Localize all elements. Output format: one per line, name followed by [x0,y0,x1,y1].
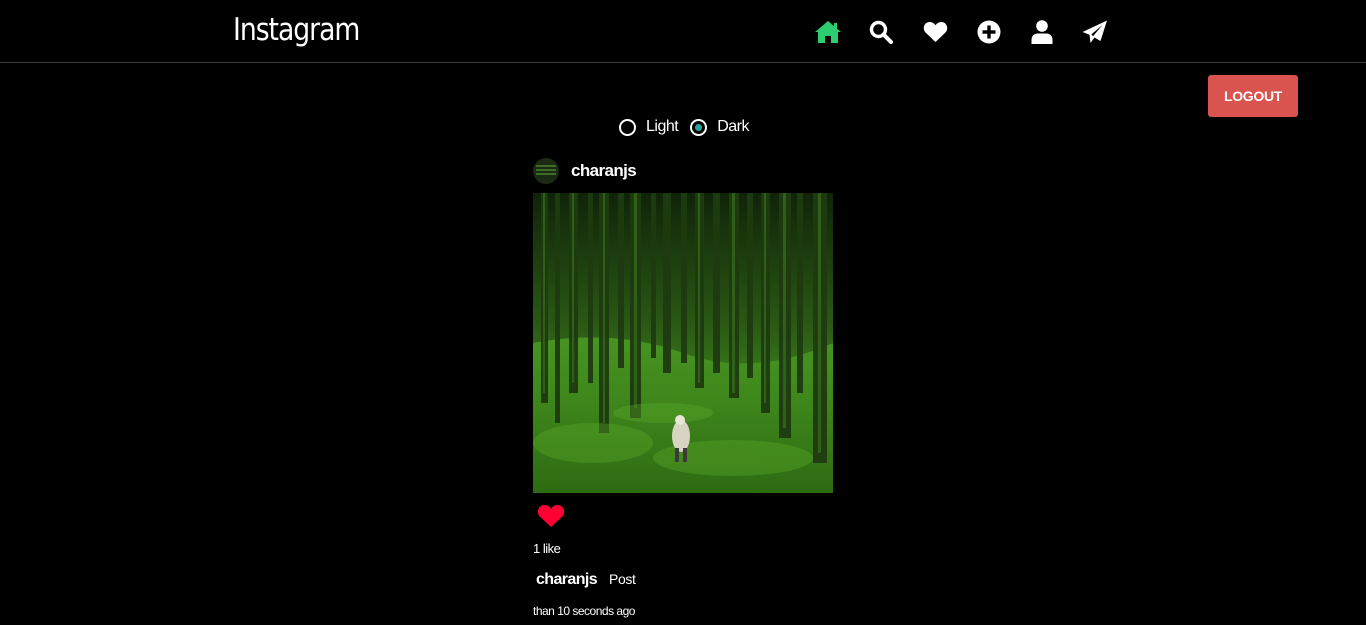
post-timestamp: than 10 seconds ago [533,604,635,618]
dark-radio[interactable] [690,118,708,136]
nav-home[interactable] [814,18,842,46]
likes-count: 1 like [533,541,561,556]
paper-plane-icon [1082,20,1107,43]
like-heart-icon[interactable] [537,504,565,528]
home-icon [815,21,841,43]
heart-icon [923,21,947,42]
app-logo[interactable]: Instagram [233,12,360,48]
avatar[interactable] [533,158,559,184]
light-radio-label[interactable]: Light [646,118,679,136]
nav-messages[interactable] [1081,18,1109,46]
search-icon [869,20,893,44]
nav-activity[interactable] [921,18,949,46]
post-image[interactable] [533,193,833,493]
caption-text: Post [609,571,636,587]
logout-button[interactable]: LOGOUT [1208,75,1298,117]
plus-circle-icon [977,20,1001,44]
light-radio[interactable] [619,118,636,136]
dark-radio-label[interactable]: Dark [717,118,749,136]
theme-toggle: Light Dark [619,116,761,138]
post-username[interactable]: charanjs [571,161,637,181]
forest-photo [533,193,833,493]
top-navbar: Instagram [0,0,1366,63]
user-icon [1031,20,1053,44]
nav-search[interactable] [867,18,895,46]
caption-username[interactable]: charanjs [536,571,598,589]
nav-create[interactable] [975,18,1003,46]
nav-profile[interactable] [1028,18,1056,46]
post-caption: charanjs Post [536,571,636,589]
post-header: charanjs [533,158,637,184]
